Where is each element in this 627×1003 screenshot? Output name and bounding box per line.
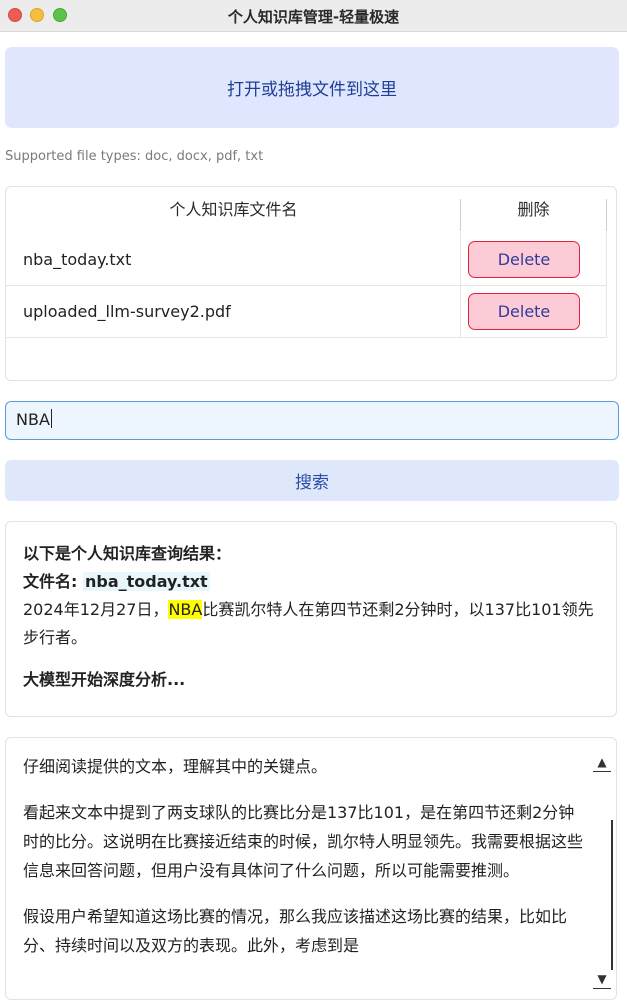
app-window: 个人知识库管理-轻量极速 打开或拖拽文件到这里 Supported file t… bbox=[0, 0, 627, 1003]
window-title: 个人知识库管理-轻量极速 bbox=[227, 8, 400, 26]
files-table: 个人知识库文件名 删除 nba_today.txt Delete uploade… bbox=[5, 186, 617, 381]
result-content: 2024年12月27日，NBA比赛凯尔特人在第四节还剩2分钟时，以137比101… bbox=[23, 596, 599, 652]
analysis-text: 仔细阅读提供的文本，理解其中的关键点。 看起来文本中提到了两支球队的比赛比分是1… bbox=[23, 752, 583, 977]
result-file-label: 文件名: bbox=[23, 572, 83, 591]
supported-file-types: Supported file types: doc, docx, pdf, tx… bbox=[5, 149, 264, 164]
analysis-paragraph: 假设用户希望知道这场比赛的情况，那么我应该描述这场比赛的结果，比如比分、持续时间… bbox=[23, 907, 568, 955]
table-row: uploaded_llm-survey2.pdf Delete bbox=[6, 286, 606, 338]
file-dropzone[interactable]: 打开或拖拽文件到这里 bbox=[5, 47, 619, 128]
analysis-output-panel[interactable]: 仔细阅读提供的文本，理解其中的关键点。 看起来文本中提到了两支球队的比赛比分是1… bbox=[5, 737, 617, 1000]
column-divider bbox=[460, 199, 461, 231]
deep-analysis-status: 大模型开始深度分析... bbox=[23, 670, 186, 689]
search-button-label: 搜索 bbox=[295, 473, 329, 493]
result-content-before: 2024年12月27日， bbox=[23, 600, 169, 619]
result-file-line: 文件名: nba_today.txt bbox=[23, 568, 599, 596]
scrollbar-thumb[interactable] bbox=[611, 820, 613, 970]
keyword-highlight: NBA bbox=[168, 600, 203, 619]
dropzone-label: 打开或拖拽文件到这里 bbox=[227, 80, 397, 100]
delete-button[interactable]: Delete bbox=[468, 293, 580, 330]
text-caret bbox=[50, 409, 52, 428]
column-header-filename: 个人知识库文件名 bbox=[169, 200, 298, 219]
search-button[interactable]: 搜索 bbox=[5, 460, 619, 501]
search-result-panel: 以下是个人知识库查询结果： 文件名: nba_today.txt 2024年12… bbox=[5, 521, 617, 717]
delete-button[interactable]: Delete bbox=[468, 241, 580, 278]
column-divider bbox=[606, 199, 607, 231]
column-divider bbox=[606, 232, 607, 338]
analysis-paragraph: 仔细阅读提供的文本，理解其中的关键点。 bbox=[23, 757, 328, 776]
file-name: uploaded_llm-survey2.pdf bbox=[23, 302, 231, 321]
result-header: 以下是个人知识库查询结果： bbox=[23, 544, 232, 563]
search-query-text: NBA bbox=[16, 410, 50, 429]
scroll-up-icon[interactable]: ▲ bbox=[593, 753, 611, 772]
scroll-down-icon[interactable]: ▼ bbox=[593, 970, 611, 989]
result-file-name: nba_today.txt bbox=[82, 572, 210, 591]
column-header-delete: 删除 bbox=[517, 200, 550, 219]
table-row: nba_today.txt Delete bbox=[6, 234, 606, 286]
search-input[interactable]: NBA bbox=[5, 401, 619, 440]
file-name: nba_today.txt bbox=[23, 250, 132, 269]
title-bar: 个人知识库管理-轻量极速 bbox=[0, 0, 627, 32]
analysis-paragraph: 看起来文本中提到了两支球队的比赛比分是137比101，是在第四节还剩2分钟时的比… bbox=[23, 803, 584, 880]
